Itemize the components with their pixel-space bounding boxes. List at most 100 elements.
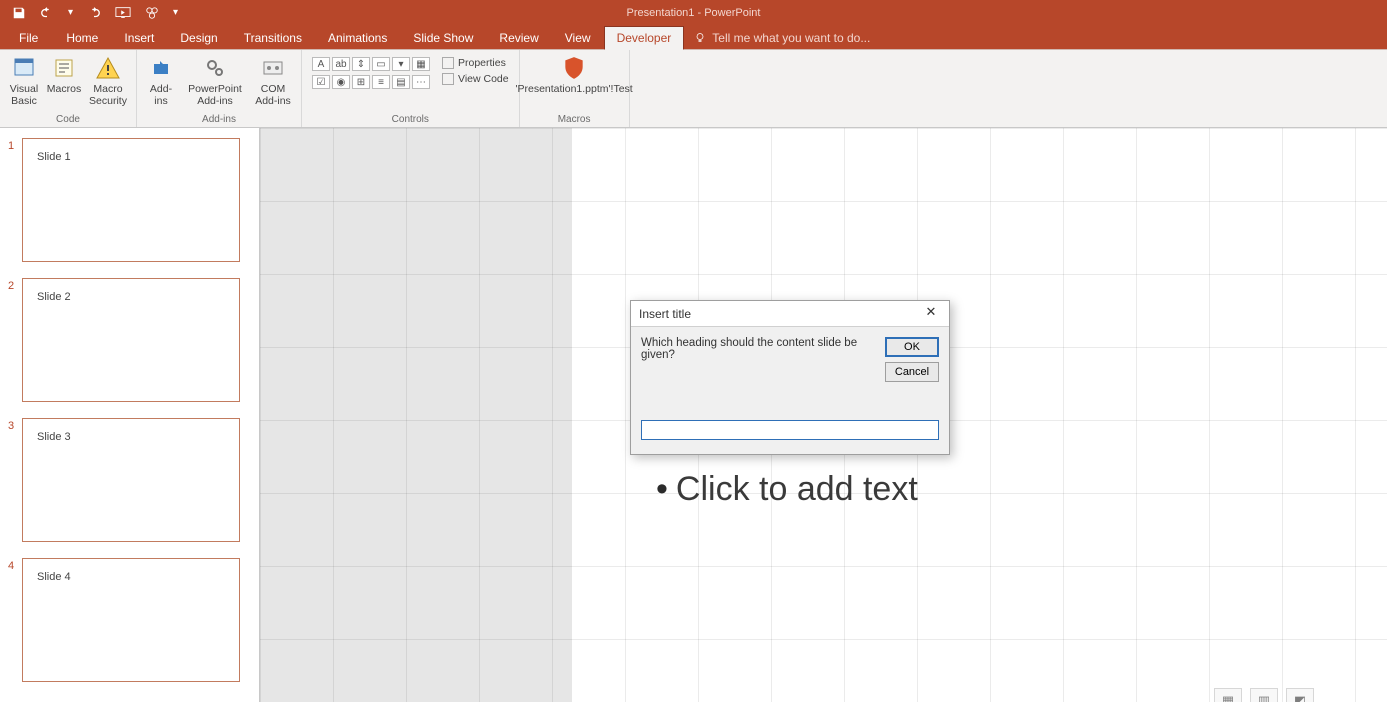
thumbnail[interactable]: Slide 4 <box>22 558 240 682</box>
addins-button[interactable]: Add-ins <box>141 54 181 107</box>
com-addins-label: COM Add-ins <box>252 84 294 107</box>
run-macro-button[interactable]: 'Presentation1.pptm'!Test <box>524 54 624 96</box>
dialog-body: Which heading should the content slide b… <box>631 327 949 454</box>
ok-button[interactable]: OK <box>885 337 939 357</box>
thumbnail[interactable]: Slide 3 <box>22 418 240 542</box>
start-from-beginning-icon[interactable] <box>115 6 131 20</box>
tab-developer[interactable]: Developer <box>604 26 685 50</box>
macro-security-label: Macro Security <box>87 84 129 107</box>
undo-dropdown-icon[interactable]: ▾ <box>68 7 73 18</box>
shield-icon <box>560 54 588 82</box>
control-image-icon[interactable]: ▤ <box>392 75 410 89</box>
visual-basic-label: Visual Basic <box>7 84 41 107</box>
insert-chart-icon[interactable]: ▥ <box>1250 688 1278 702</box>
view-code-button[interactable]: View Code <box>440 72 511 86</box>
visual-basic-button[interactable]: Visual Basic <box>4 54 44 107</box>
dialog-title-bar[interactable]: Insert title ✕ <box>631 301 949 327</box>
control-combo-icon[interactable]: ▾ <box>392 57 410 71</box>
slide-thumbnail[interactable]: 3 Slide 3 <box>8 418 259 542</box>
lightbulb-icon <box>694 32 706 44</box>
ribbon: Visual Basic Macros Macro Security Code … <box>0 49 1387 128</box>
control-frame-icon[interactable]: ▦ <box>412 57 430 71</box>
content-placeholder-text: Click to add text <box>676 470 918 508</box>
touch-mouse-mode-icon[interactable] <box>145 6 159 20</box>
dialog-title: Insert title <box>639 307 691 321</box>
slide-thumbnail[interactable]: 4 Slide 4 <box>8 558 259 682</box>
tab-animations[interactable]: Animations <box>315 26 400 49</box>
com-addins-icon <box>259 54 287 82</box>
ribbon-tabs: File Home Insert Design Transitions Anim… <box>0 25 1387 49</box>
addins-icon <box>147 54 175 82</box>
control-spin-icon[interactable]: ⇕ <box>352 57 370 71</box>
control-scrollbar-icon[interactable]: ≡ <box>372 75 390 89</box>
control-textbox-icon[interactable]: ab <box>332 57 350 71</box>
ppt-addins-label: PowerPoint Add-ins <box>184 84 246 107</box>
cancel-button[interactable]: Cancel <box>885 362 939 382</box>
tab-file[interactable]: File <box>10 26 53 49</box>
slide-thumbnail[interactable]: 2 Slide 2 <box>8 278 259 402</box>
insert-smartart-icon[interactable]: ◩ <box>1286 688 1314 702</box>
powerpoint-addins-button[interactable]: PowerPoint Add-ins <box>181 54 249 107</box>
save-icon[interactable] <box>12 6 26 20</box>
insert-table-icon[interactable]: ▦ <box>1214 688 1242 702</box>
undo-icon[interactable] <box>40 6 54 20</box>
redo-icon[interactable] <box>87 6 101 20</box>
view-code-icon <box>442 73 454 85</box>
control-listbox-icon[interactable]: ▭ <box>372 57 390 71</box>
tab-view[interactable]: View <box>552 26 604 49</box>
group-controls: A ab ⇕ ▭ ▾ ▦ ☑ ◉ ⊞ ≡ ▤ ⋯ Properties View… <box>302 50 520 127</box>
properties-label: Properties <box>458 57 506 69</box>
addins-label: Add-ins <box>144 84 178 107</box>
work-area: 1 Slide 1 2 Slide 2 3 Slide 3 4 Slide 4 … <box>0 128 1387 702</box>
tab-insert[interactable]: Insert <box>111 26 167 49</box>
tell-me-placeholder: Tell me what you want to do... <box>712 31 870 45</box>
group-addins-label: Add-ins <box>137 114 301 127</box>
tab-review[interactable]: Review <box>486 26 551 49</box>
tab-design[interactable]: Design <box>167 26 230 49</box>
group-macros-label: Macros <box>520 114 629 127</box>
controls-commands: Properties View Code <box>436 54 515 88</box>
content-placeholder[interactable]: •Click to add text <box>656 470 1387 509</box>
controls-gallery[interactable]: A ab ⇕ ▭ ▾ ▦ ☑ ◉ ⊞ ≡ ▤ ⋯ <box>306 54 436 92</box>
control-toggle-icon[interactable]: ⊞ <box>352 75 370 89</box>
slide-number: 3 <box>8 418 22 432</box>
tell-me-search[interactable]: Tell me what you want to do... <box>684 27 880 49</box>
slide-number: 4 <box>8 558 22 572</box>
tab-transitions[interactable]: Transitions <box>231 26 315 49</box>
bullet-icon: • <box>656 470 668 508</box>
control-more-icon[interactable]: ⋯ <box>412 75 430 89</box>
warning-icon <box>94 54 122 82</box>
group-controls-label: Controls <box>302 114 519 127</box>
slide-number: 2 <box>8 278 22 292</box>
control-label-icon[interactable]: A <box>312 57 330 71</box>
slide-edit-area[interactable]: •Click to add text ▦ ▥ ◩ ▭ ▭ ▭ Insert ti… <box>260 128 1387 702</box>
group-macros: 'Presentation1.pptm'!Test Macros <box>520 50 630 127</box>
control-checkbox-icon[interactable]: ☑ <box>312 75 330 89</box>
dialog-input[interactable] <box>641 420 939 440</box>
gears-icon <box>201 54 229 82</box>
thumbnail-title: Slide 1 <box>37 151 71 163</box>
view-code-label: View Code <box>458 73 509 85</box>
thumbnail[interactable]: Slide 1 <box>22 138 240 262</box>
thumbnail-title: Slide 3 <box>37 431 71 443</box>
macros-button[interactable]: Macros <box>44 54 84 96</box>
slide-number: 1 <box>8 138 22 152</box>
macros-label: Macros <box>47 84 81 96</box>
properties-button[interactable]: Properties <box>440 56 511 70</box>
customize-qat-icon[interactable]: ▾ <box>173 7 178 18</box>
properties-icon <box>442 57 454 69</box>
group-addins: Add-ins PowerPoint Add-ins COM Add-ins A… <box>137 50 302 127</box>
tab-home[interactable]: Home <box>53 26 111 49</box>
com-addins-button[interactable]: COM Add-ins <box>249 54 297 107</box>
thumbnail[interactable]: Slide 2 <box>22 278 240 402</box>
window-title: Presentation1 - PowerPoint <box>627 7 761 19</box>
slide-thumbnail-panel[interactable]: 1 Slide 1 2 Slide 2 3 Slide 3 4 Slide 4 <box>0 128 260 702</box>
macro-security-button[interactable]: Macro Security <box>84 54 132 107</box>
thumbnail-title: Slide 4 <box>37 571 71 583</box>
control-option-icon[interactable]: ◉ <box>332 75 350 89</box>
macro-name-label: 'Presentation1.pptm'!Test <box>515 84 632 96</box>
close-icon[interactable]: ✕ <box>919 304 943 324</box>
tab-slideshow[interactable]: Slide Show <box>400 26 486 49</box>
slide-thumbnail[interactable]: 1 Slide 1 <box>8 138 259 262</box>
group-code-label: Code <box>0 114 136 127</box>
